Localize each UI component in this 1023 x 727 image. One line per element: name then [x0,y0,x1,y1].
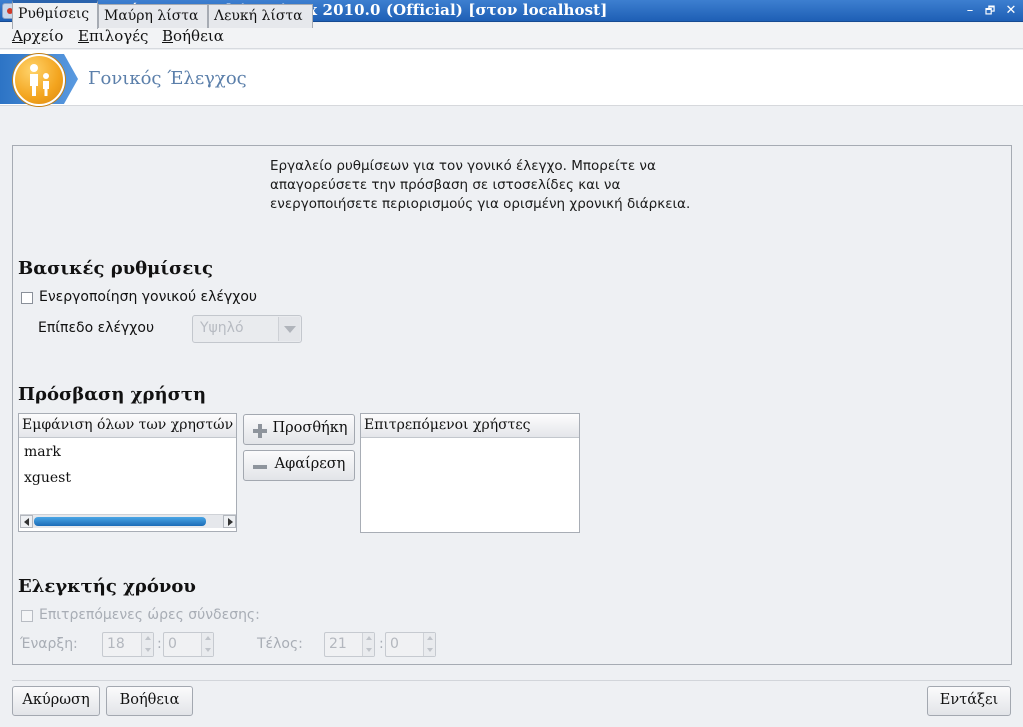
control-level-label: Επίπεδο ελέγχου [38,320,155,336]
description-line: απαγορεύσετε την πρόσβαση σε ιστοσελίδες… [270,177,621,193]
menu-file[interactable]: Αρχείο [12,27,63,45]
end-label: Τέλος: [257,636,303,652]
family-icon [30,64,49,96]
control-level-select[interactable]: Υψηλό [192,315,302,343]
remove-button-label: Αφαίρεση [274,456,346,472]
spin-arrows-icon[interactable] [362,633,374,656]
spin-arrows-icon[interactable] [141,633,153,656]
ok-button[interactable]: Εντάξει [927,686,1011,716]
allowed-hours-label[interactable]: Επιτρεπόμενες ώρες σύνδεσης: [39,607,260,623]
enable-parental-control-label[interactable]: Ενεργοποίηση γονικού ελέγχου [39,289,257,305]
help-button[interactable]: Βοήθεια [106,686,193,716]
cancel-button[interactable]: Ακύρωση [12,686,100,716]
horizontal-scrollbar[interactable] [20,514,236,528]
scroll-left-icon[interactable] [20,515,33,528]
minimize-icon[interactable]: – [962,3,978,19]
start-minute-spinner[interactable]: 0 [163,632,214,657]
plus-icon [253,424,267,438]
maximize-icon[interactable]: 🗗 [982,3,998,19]
list-item[interactable]: xguest [24,470,71,486]
menu-options[interactable]: Επιλογές [78,27,148,45]
add-button-label: Προσθήκη [272,420,348,436]
tab-blacklist[interactable]: Μαύρη λίστα [98,4,208,28]
menu-help[interactable]: Βοήθεια [162,27,224,45]
help-button-label: Βοήθεια [119,692,180,708]
end-minute-value: 0 [390,636,399,652]
basic-settings-heading: Βασικές ρυθμίσεις [18,258,213,279]
spin-arrows-icon[interactable] [423,633,435,656]
all-users-list[interactable]: Εμφάνιση όλων των χρηστών mark xguest [18,413,237,532]
allowed-users-list[interactable]: Επιτρεπόμενοι χρήστες [360,413,580,533]
start-minute-value: 0 [168,636,177,652]
description-line: ενεργοποιήσετε περιορισμούς για ορισμένη… [270,196,691,212]
close-icon[interactable]: ✕ [1003,3,1019,19]
footer-divider [12,680,1010,681]
time-separator: : [157,636,162,652]
user-access-heading: Πρόσβαση χρήστη [18,384,207,405]
ok-button-label: Εντάξει [939,692,999,708]
tab-settings[interactable]: Ρυθμίσεις [12,0,98,29]
enable-parental-control-checkbox[interactable] [21,292,33,304]
control-level-value: Υψηλό [200,320,244,336]
page-title: Γονικός Έλεγχος [88,68,247,89]
end-hour-spinner[interactable]: 21 [324,632,375,657]
parental-control-icon [13,54,65,106]
list-item[interactable]: mark [24,444,61,460]
all-users-header[interactable]: Εμφάνιση όλων των χρηστών [19,414,236,438]
cancel-button-label: Ακύρωση [22,692,90,708]
spin-arrows-icon[interactable] [201,633,213,656]
start-label: Έναρξη: [20,636,78,652]
start-hour-spinner[interactable]: 18 [102,632,154,657]
scrollbar-thumb[interactable] [34,517,206,526]
description-line: Εργαλείο ρυθμίσεων για τον γονικό έλεγχο… [270,158,656,174]
scroll-right-icon[interactable] [223,515,236,528]
add-user-button[interactable]: Προσθήκη [243,414,355,445]
remove-user-button[interactable]: Αφαίρεση [243,450,355,481]
minus-icon [253,465,267,469]
description: Εργαλείο ρυθμίσεων για τον γονικό έλεγχο… [270,157,790,214]
tab-whitelist[interactable]: Λευκή λίστα [208,4,313,28]
chevron-down-icon [278,317,300,341]
allowed-users-header[interactable]: Επιτρεπόμενοι χρήστες [361,414,579,438]
start-hour-value: 18 [107,636,125,652]
end-hour-value: 21 [329,636,347,652]
time-separator: : [379,636,384,652]
time-controller-heading: Ελεγκτής χρόνου [18,576,196,597]
header-banner: Γονικός Έλεγχος [0,50,1023,106]
allowed-hours-checkbox[interactable] [21,610,33,622]
end-minute-spinner[interactable]: 0 [385,632,436,657]
